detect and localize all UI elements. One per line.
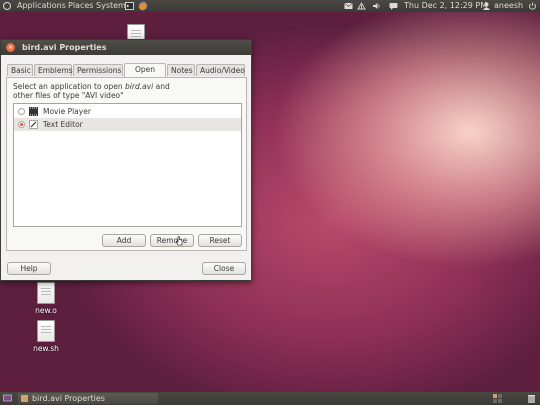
user-icon[interactable] [482, 2, 491, 10]
firefox-icon[interactable] [138, 1, 148, 11]
list-item-movie-player[interactable]: Movie Player [14, 105, 241, 118]
description-filename: bird.avi [125, 82, 154, 91]
description-text: Select an application to open [13, 82, 126, 91]
application-list: Movie Player Text Editor [13, 103, 242, 227]
help-button[interactable]: Help [7, 262, 51, 275]
list-item-text-editor[interactable]: Text Editor [14, 118, 241, 131]
desktop-file-new-sh[interactable]: new.sh [26, 320, 66, 353]
document-icon [37, 282, 55, 304]
properties-dialog: ✕ bird.avi Properties Basic Emblems Perm… [0, 39, 252, 281]
document-icon [37, 320, 55, 342]
desktop-file-label: new.sh [33, 344, 59, 353]
open-with-description: Select an application to open bird.avi a… [13, 82, 243, 100]
description-text: other files of type "AVI video" [13, 91, 124, 100]
film-icon [29, 107, 38, 116]
network-icon[interactable] [357, 2, 366, 10]
user-name[interactable]: aneesh [494, 0, 523, 12]
trash-icon[interactable] [527, 394, 536, 403]
close-window-icon[interactable]: ✕ [6, 43, 15, 52]
tab-notes[interactable]: Notes [167, 64, 195, 76]
application-name: Movie Player [43, 107, 91, 116]
text-editor-icon [29, 120, 38, 129]
clock[interactable]: Thu Dec 2, 12:29 PM [404, 0, 487, 12]
show-desktop-icon[interactable] [3, 394, 12, 403]
remove-button[interactable]: Remove [150, 234, 194, 247]
radio-button[interactable] [18, 108, 25, 115]
taskbar-window-label: bird.avi Properties [32, 394, 105, 403]
terminal-icon[interactable] [125, 2, 134, 10]
workspace-switcher-icon[interactable] [493, 394, 502, 403]
radio-button-selected[interactable] [18, 121, 25, 128]
application-name: Text Editor [43, 120, 83, 129]
taskbar-window-button[interactable]: bird.avi Properties [18, 393, 158, 404]
tab-audio-video[interactable]: Audio/Video [196, 64, 245, 76]
tab-basic[interactable]: Basic [7, 64, 33, 76]
tab-permissions[interactable]: Permissions [73, 64, 123, 76]
desktop-file-new-o[interactable]: new.o [26, 282, 66, 315]
applications-menu[interactable]: Applications [17, 0, 66, 12]
reset-button[interactable]: Reset [198, 234, 242, 247]
desktop-file-label: new.o [35, 306, 57, 315]
system-menu[interactable]: System [96, 0, 126, 12]
description-text: and [153, 82, 170, 91]
bottom-panel: bird.avi Properties [0, 392, 540, 405]
ubuntu-logo-icon[interactable] [3, 2, 11, 10]
window-icon [21, 395, 28, 402]
open-with-panel: Select an application to open bird.avi a… [6, 77, 247, 251]
close-button[interactable]: Close [202, 262, 246, 275]
top-panel: Applications Places System Thu Dec 2, 12… [0, 0, 540, 12]
dialog-titlebar[interactable]: ✕ bird.avi Properties [1, 40, 251, 55]
power-icon[interactable] [528, 2, 537, 10]
places-menu[interactable]: Places [68, 0, 93, 12]
chat-icon[interactable] [389, 2, 398, 10]
mail-icon[interactable] [344, 2, 353, 10]
add-button[interactable]: Add [102, 234, 146, 247]
mouse-cursor-icon [176, 236, 183, 246]
tab-open-with[interactable]: Open With [124, 63, 166, 86]
dialog-title: bird.avi Properties [22, 43, 107, 52]
volume-icon[interactable] [372, 2, 381, 10]
tab-emblems[interactable]: Emblems [34, 64, 73, 76]
